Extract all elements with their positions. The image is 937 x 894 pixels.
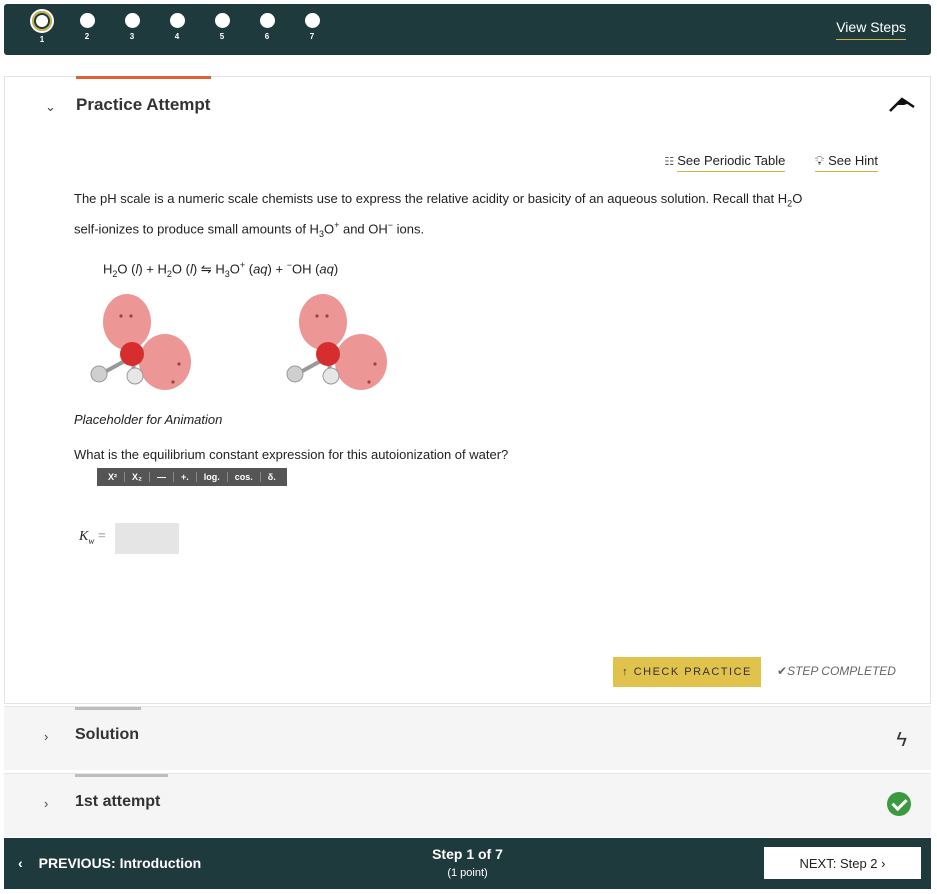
subscript-button[interactable]: X₂ — [125, 472, 151, 482]
solution-section[interactable]: › Solution ϟ — [4, 706, 931, 770]
first-attempt-title[interactable]: 1st attempt — [75, 793, 160, 811]
next-step-button[interactable]: NEXT: Step 2 › — [764, 847, 921, 879]
step-number: 4 — [174, 32, 180, 41]
section-tab-indicator — [75, 774, 168, 777]
step-footer: Step 1 of 7 (1 point) ‹ PREVIOUS: Introdu… — [4, 838, 931, 889]
periodic-table-icon: ☷ — [664, 156, 675, 168]
next-step-label: NEXT: Step 2 — [799, 855, 878, 871]
operators-button[interactable]: +. — [174, 472, 197, 482]
symbols-button[interactable]: δ. — [261, 472, 283, 482]
check-practice-button[interactable]: ↑ CHECK PRACTICE — [613, 657, 761, 687]
practice-attempt-title[interactable]: Practice Attempt — [76, 95, 210, 115]
chevron-right-icon: › — [881, 855, 886, 871]
collapse-arrow-icon[interactable] — [888, 93, 916, 115]
animation-caption: Placeholder for Animation — [74, 412, 223, 427]
water-molecule-image — [90, 294, 191, 390]
step-number: 1 — [39, 35, 45, 44]
step-number: 7 — [309, 32, 315, 41]
see-hint-link[interactable]: 💡︎ See Hint — [815, 153, 878, 172]
kw-symbol: K — [79, 529, 89, 544]
prompt-text: O — [323, 220, 335, 236]
see-periodic-table-link[interactable]: See Periodic Table — [677, 153, 786, 172]
view-steps-link[interactable]: View Steps — [836, 19, 906, 40]
step-dot — [124, 13, 140, 28]
step-dot — [169, 13, 185, 28]
kw-label: Kw = — [79, 529, 106, 546]
previous-step-label: PREVIOUS: Introduction — [38, 855, 202, 871]
check-practice-label: CHECK PRACTICE — [633, 666, 752, 678]
see-hint-label: See Hint — [828, 153, 878, 168]
superscript-button[interactable]: X² — [101, 472, 125, 482]
step-number: 2 — [84, 32, 90, 41]
trig-button[interactable]: cos. — [228, 472, 261, 482]
question-prompt: The pH scale is a numeric scale chemists… — [74, 191, 803, 239]
question-text: What is the equilibrium constant express… — [74, 447, 509, 462]
step-number: 6 — [264, 32, 270, 41]
first-attempt-section[interactable]: › 1st attempt — [4, 773, 931, 837]
prompt-text: self-ionizes to produce small amounts of… — [74, 220, 319, 236]
step-completed-status: ✔STEP COMPLETED — [777, 664, 896, 678]
success-check-icon — [887, 792, 911, 816]
step-dot — [79, 13, 95, 28]
step-6[interactable]: 6 — [252, 13, 282, 41]
solution-title[interactable]: Solution — [75, 726, 139, 744]
step-1[interactable]: 1 — [27, 9, 57, 44]
step-3[interactable]: 3 — [117, 13, 147, 41]
chevron-right-icon[interactable]: › — [44, 729, 48, 744]
autoionization-equation: H2O (l) + H2O (l) ⇋ H3O+ (aq) + −OH (aq) — [103, 260, 339, 279]
lightning-bolt-icon: ϟ — [896, 729, 907, 751]
prompt-text: ions. — [393, 220, 425, 236]
section-tab-indicator — [75, 707, 141, 710]
prompt-text: O — [792, 191, 803, 206]
step-5[interactable]: 5 — [207, 13, 237, 41]
step-4[interactable]: 4 — [162, 13, 192, 41]
practice-attempt-panel: ⌄ Practice Attempt ☷ See Periodic Table 💡… — [4, 76, 931, 704]
previous-step-link[interactable]: ‹ PREVIOUS: Introduction — [18, 855, 201, 871]
active-tab-indicator — [76, 76, 211, 79]
step-dot — [214, 13, 230, 28]
prompt-text: The pH scale is a numeric scale chemists… — [74, 191, 788, 206]
step-dot — [304, 13, 320, 28]
step-number: 5 — [219, 32, 225, 41]
chevron-down-icon[interactable]: ⌄ — [45, 99, 56, 115]
step-2[interactable]: 2 — [72, 13, 102, 41]
math-toolbar: X² X₂ — +. log. cos. δ. — [97, 468, 287, 486]
step-current-dot — [30, 9, 54, 33]
step-navigation-bar: 1 2 3 4 5 6 7 View Steps — [4, 4, 931, 55]
step-dot — [259, 13, 275, 28]
step-completed-label: STEP COMPLETED — [787, 664, 896, 678]
checkmark-icon: ✔ — [777, 664, 788, 678]
step-number: 3 — [129, 32, 135, 41]
lightbulb-icon: 💡︎ — [815, 153, 825, 168]
prompt-text: and OH — [339, 220, 388, 236]
step-7[interactable]: 7 — [297, 13, 327, 41]
chevron-left-icon: ‹ — [18, 855, 23, 871]
kw-equals: = — [94, 529, 106, 544]
kw-answer-input[interactable] — [115, 523, 179, 554]
log-button[interactable]: log. — [197, 472, 228, 482]
helper-links: ☷ See Periodic Table 💡︎ See Hint — [664, 153, 878, 172]
fraction-button[interactable]: — — [150, 472, 175, 482]
water-molecule-image — [286, 294, 387, 390]
check-practice-icon: ↑ — [622, 666, 630, 678]
chevron-right-icon[interactable]: › — [44, 796, 48, 811]
